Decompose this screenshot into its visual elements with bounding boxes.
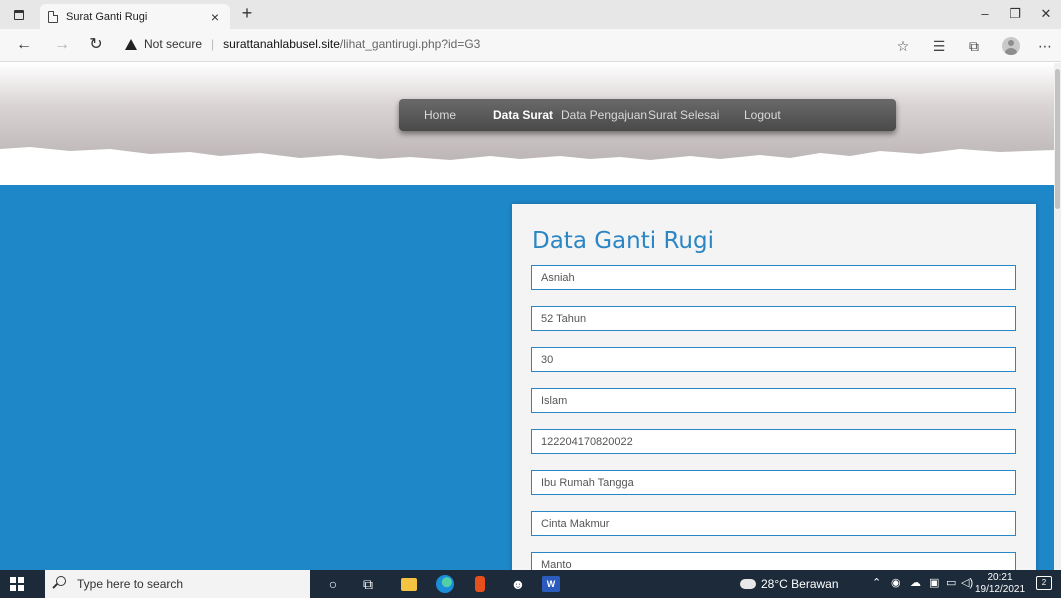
- profile-icon[interactable]: [1002, 37, 1020, 55]
- taskbar-clock[interactable]: 20:21 19/12/2021: [974, 572, 1026, 596]
- favorites-add-icon[interactable]: ☆: [894, 37, 912, 55]
- onedrive-icon[interactable]: ☁: [910, 576, 921, 589]
- ganti-rugi-card: Data Ganti Rugi Asniah 52 Tahun 30 Islam…: [512, 204, 1036, 570]
- tray-chevron-icon[interactable]: ⌃: [872, 576, 881, 589]
- windows-taskbar: Type here to search ○ ⧉ ☻ W 28°C Berawan…: [0, 570, 1061, 598]
- field-alamat[interactable]: Cinta Makmur: [531, 511, 1016, 536]
- url-host[interactable]: surattanahlabusel.site: [223, 37, 340, 51]
- browser-tab-bar: Surat Ganti Rugi × + – ❐ ✕: [0, 0, 1061, 29]
- nav-logout[interactable]: Logout: [744, 108, 781, 122]
- field-agama[interactable]: Islam: [531, 388, 1016, 413]
- refresh-icon[interactable]: ↻: [86, 35, 106, 55]
- card-title: Data Ganti Rugi: [532, 228, 714, 254]
- main-navbar: Home Data Surat Data Pengajuan Surat Sel…: [399, 99, 896, 131]
- weather-text: 28°C Berawan: [761, 577, 839, 591]
- url-path[interactable]: /lihat_gantirugi.php?id=G3: [340, 37, 480, 51]
- battery-icon[interactable]: ▭: [946, 576, 956, 589]
- close-window-button[interactable]: ✕: [1031, 4, 1061, 24]
- security-label[interactable]: Not secure: [144, 37, 202, 51]
- page-scrollbar[interactable]: [1054, 63, 1061, 570]
- field-nik[interactable]: 122204170820022: [531, 429, 1016, 454]
- forward-icon[interactable]: →: [52, 35, 72, 55]
- collections-icon[interactable]: ⧉: [965, 37, 983, 55]
- nav-data-pengajuan[interactable]: Data Pengajuan: [561, 108, 647, 122]
- field-nama[interactable]: Asniah: [531, 265, 1016, 290]
- cortana-icon[interactable]: ○: [323, 574, 343, 594]
- address-bar: ← → ↻ Not secure | surattanahlabusel.sit…: [0, 29, 1061, 62]
- url-separator: |: [211, 37, 215, 51]
- meet-now-icon[interactable]: ◉: [891, 576, 901, 589]
- search-icon: [56, 576, 66, 586]
- file-explorer-icon[interactable]: [401, 578, 417, 591]
- scrollbar-thumb[interactable]: [1055, 69, 1060, 209]
- field-umur[interactable]: 52 Tahun: [531, 306, 1016, 331]
- field-pekerjaan[interactable]: Ibu Rumah Tangga: [531, 470, 1016, 495]
- field-tiga[interactable]: 30: [531, 347, 1016, 372]
- page-viewport: Home Data Surat Data Pengajuan Surat Sel…: [0, 63, 1054, 570]
- nav-surat-selesai[interactable]: Surat Selesai: [648, 108, 719, 122]
- clock-time: 20:21: [987, 572, 1013, 583]
- tab-title: Surat Ganti Rugi: [66, 10, 148, 23]
- office-icon[interactable]: [475, 576, 485, 592]
- minimize-button[interactable]: –: [970, 4, 1000, 24]
- emoji-app-icon[interactable]: ☻: [508, 574, 528, 594]
- url-field[interactable]: Not secure | surattanahlabusel.site/liha…: [125, 37, 480, 51]
- restore-button[interactable]: ❐: [1000, 4, 1030, 24]
- search-placeholder: Type here to search: [77, 577, 184, 591]
- volume-icon[interactable]: ◁): [961, 576, 973, 589]
- windows-start-icon[interactable]: [10, 577, 24, 591]
- nav-data-surat[interactable]: Data Surat: [493, 108, 553, 122]
- notification-icon[interactable]: 2: [1036, 576, 1052, 590]
- weather-widget[interactable]: 28°C Berawan: [737, 575, 839, 591]
- task-view-icon[interactable]: ⧉: [358, 574, 378, 594]
- field-nama-lain[interactable]: Manto: [531, 552, 1016, 570]
- back-icon[interactable]: ←: [14, 35, 34, 55]
- weather-icon: [737, 575, 756, 589]
- taskbar-search-input[interactable]: Type here to search: [45, 570, 310, 598]
- favorites-icon[interactable]: ☰: [930, 37, 948, 55]
- warning-icon: [125, 38, 137, 50]
- word-icon[interactable]: W: [542, 576, 560, 592]
- tab-close-icon[interactable]: ×: [208, 9, 222, 25]
- new-tab-button[interactable]: +: [237, 4, 257, 24]
- more-icon[interactable]: ⋯: [1036, 37, 1054, 55]
- clock-date: 19/12/2021: [974, 584, 1026, 595]
- device-icon[interactable]: ▣: [929, 576, 939, 589]
- page-icon: [48, 10, 58, 23]
- nav-home[interactable]: Home: [424, 108, 456, 122]
- edge-icon[interactable]: [436, 575, 454, 593]
- browser-tab[interactable]: Surat Ganti Rugi ×: [40, 4, 230, 29]
- tab-actions-icon[interactable]: [10, 6, 28, 24]
